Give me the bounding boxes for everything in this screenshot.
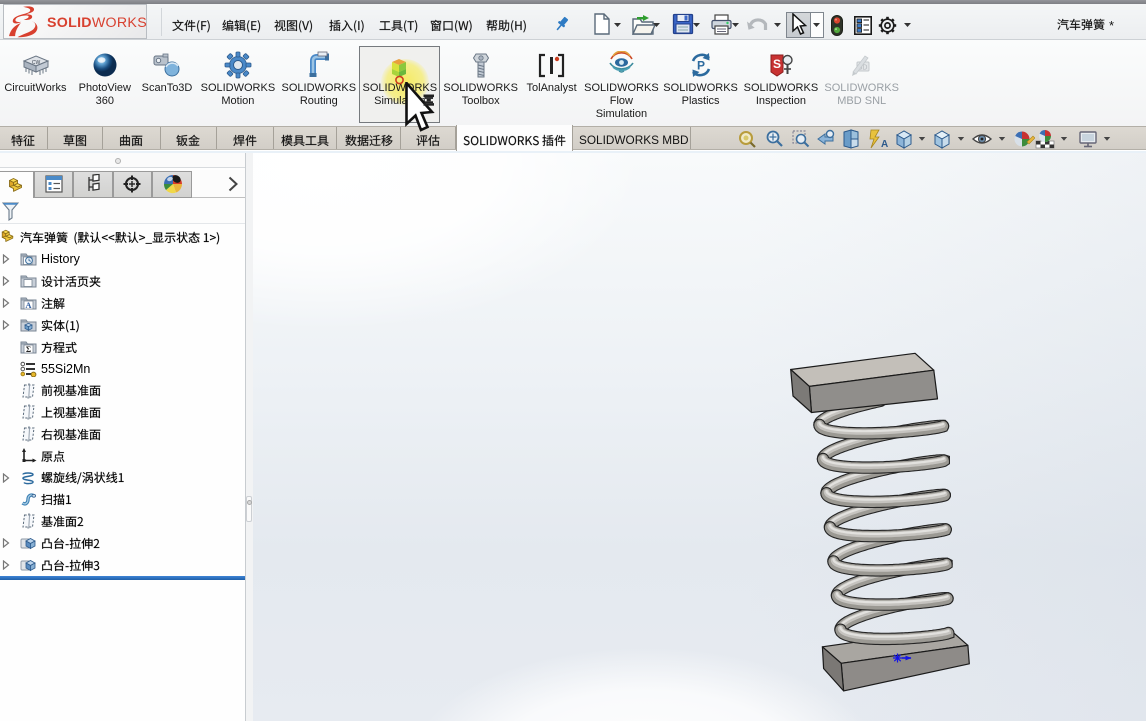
svg-text:CW: CW bbox=[32, 60, 41, 66]
svg-text:S: S bbox=[773, 57, 781, 71]
svg-text:P: P bbox=[697, 59, 705, 73]
svg-text:A: A bbox=[25, 300, 32, 310]
svg-text:Σ: Σ bbox=[26, 345, 31, 354]
svg-text:A: A bbox=[881, 139, 888, 150]
